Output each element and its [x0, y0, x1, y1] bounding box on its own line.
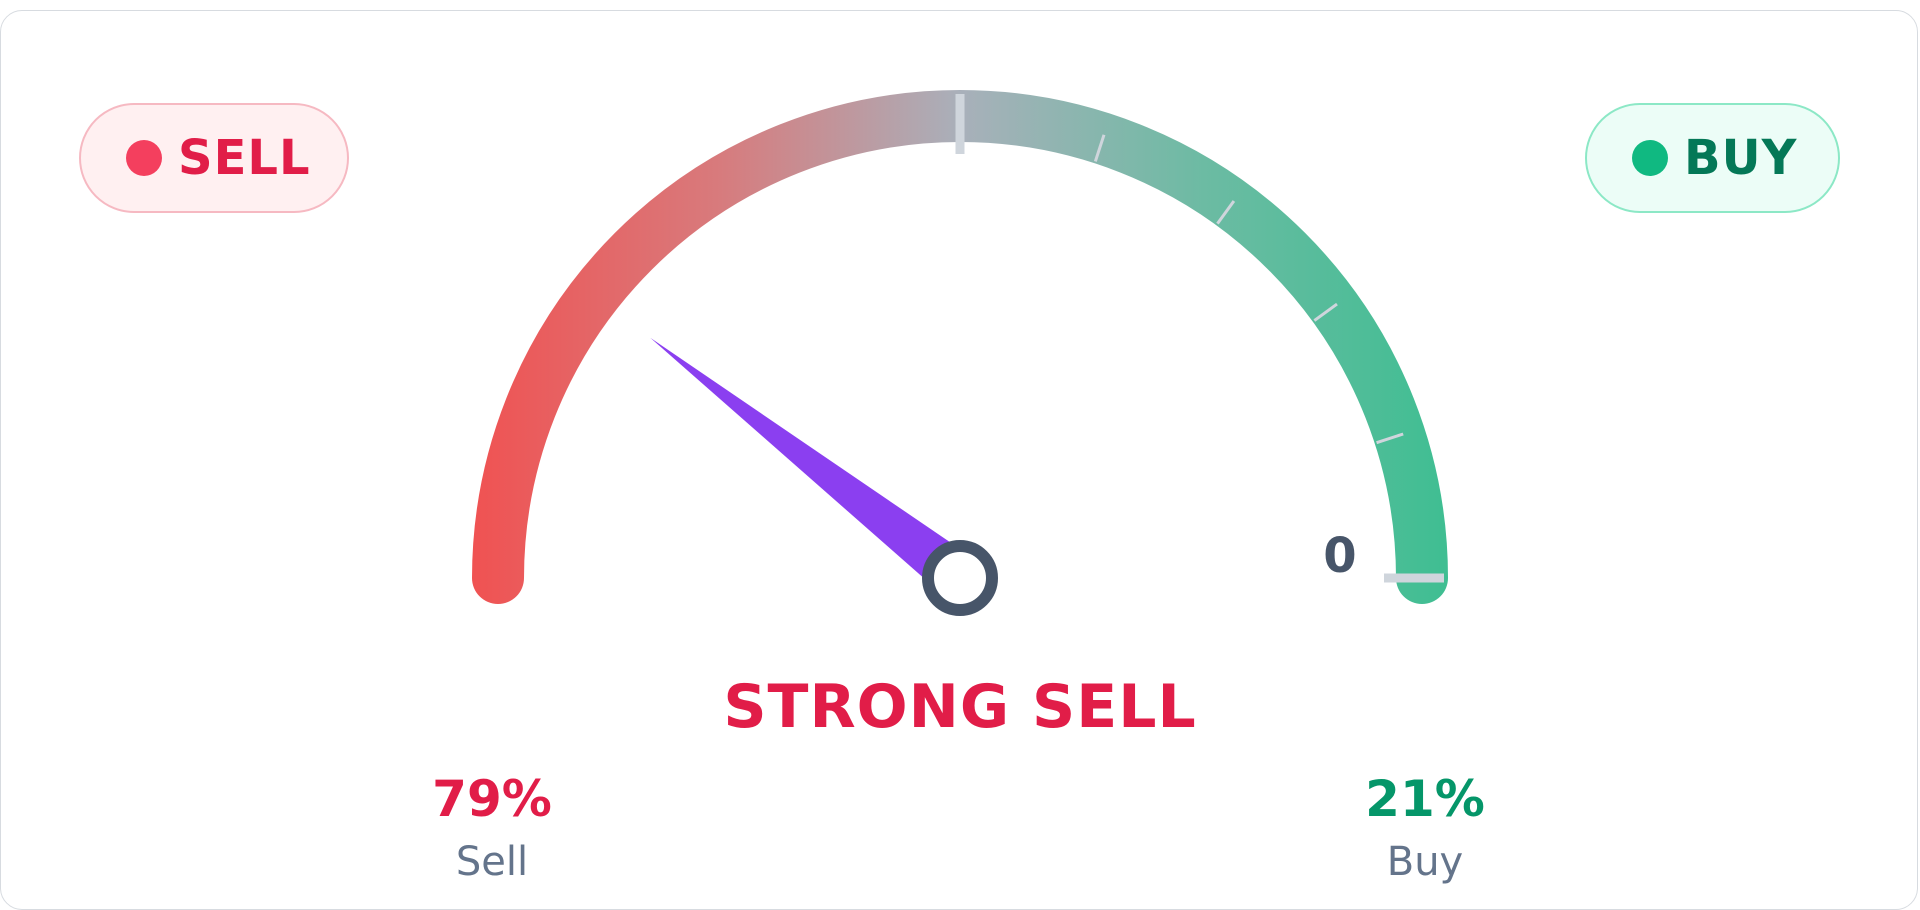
buy-caption: Buy	[1386, 839, 1464, 885]
gauge-scale-label: 0	[1323, 528, 1356, 584]
gauge-arc	[472, 90, 1448, 604]
sell-caption: Sell	[455, 839, 529, 885]
rating-label: STRONG SELL	[723, 672, 1197, 742]
sell-percentage: 79%	[432, 770, 552, 828]
buy-percentage: 21%	[1365, 770, 1485, 828]
